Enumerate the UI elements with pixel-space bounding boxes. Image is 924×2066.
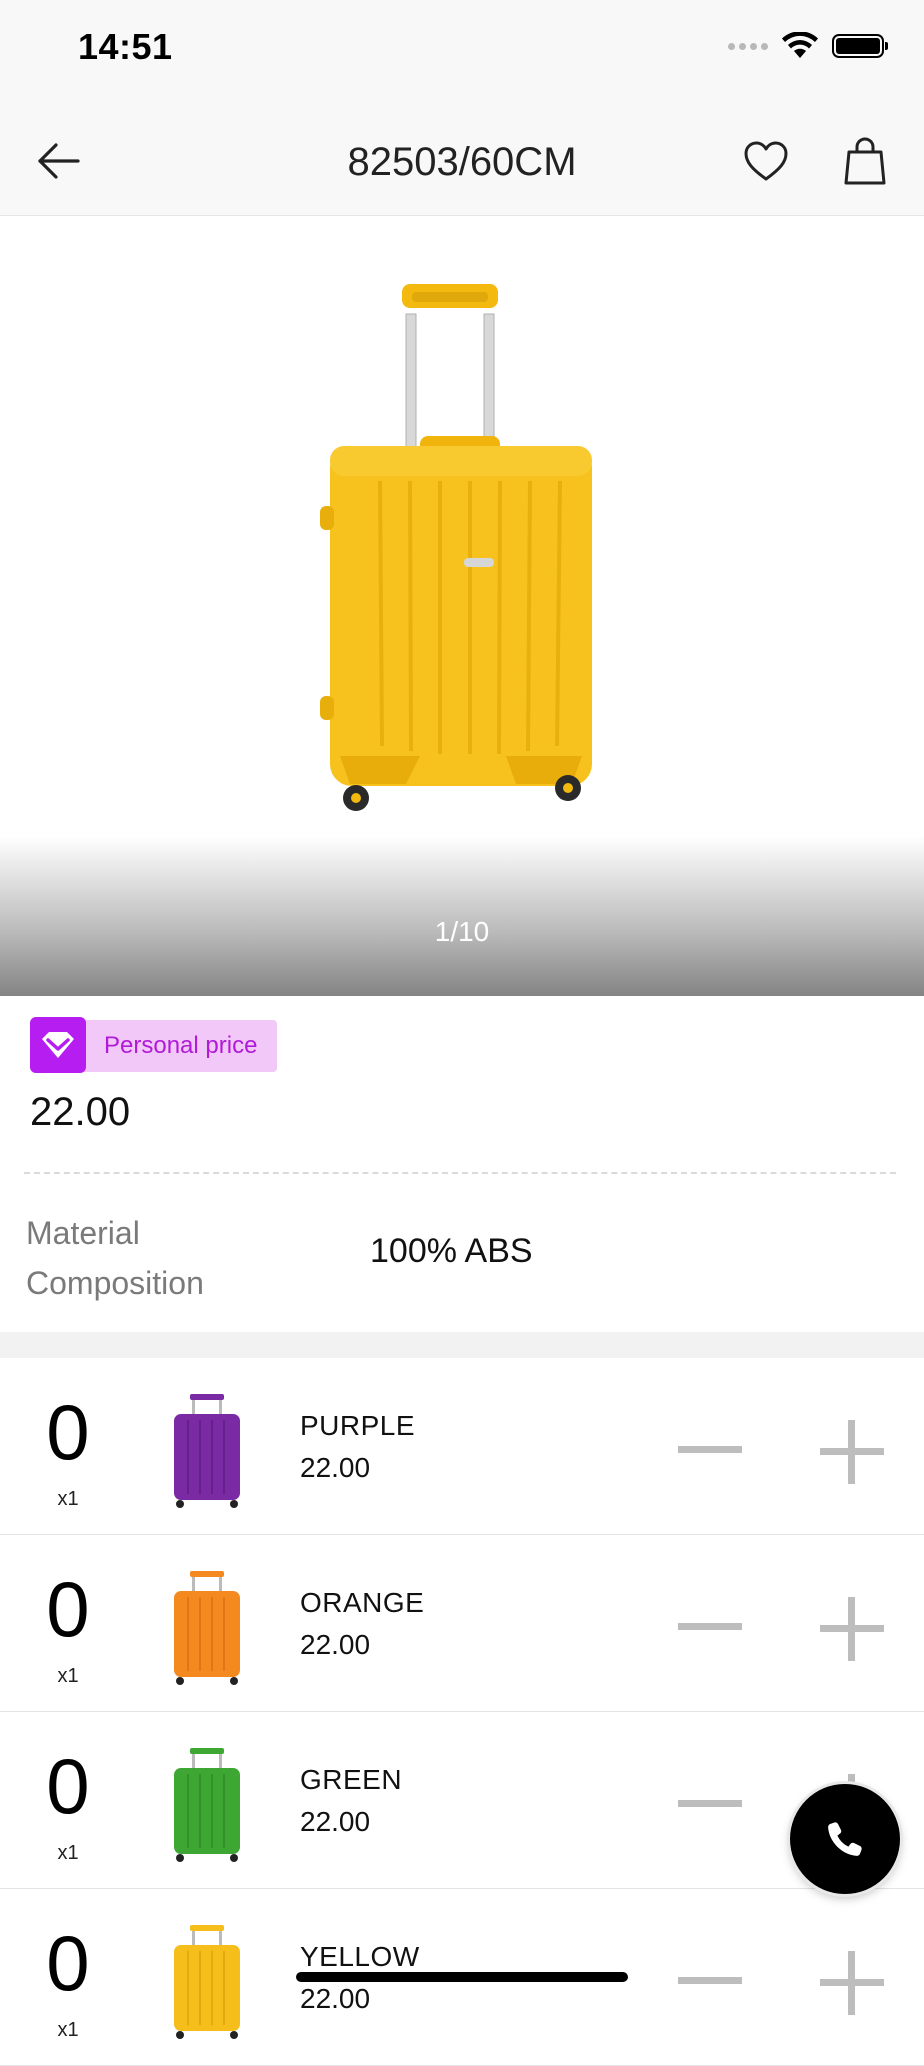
- variant-multiplier: x1: [57, 1488, 79, 1510]
- dashed-divider: [24, 1172, 896, 1174]
- minus-icon: [678, 1622, 742, 1630]
- variant-quantity: 0: [46, 1565, 90, 1653]
- variant-price: 22.00: [300, 1983, 371, 2014]
- variant-color-name: PURPLE: [300, 1410, 416, 1441]
- color-variant-list: 0 x1 PURPLE 22.00 0 x1 ORANGE 22.00 0 x1: [0, 1358, 924, 2066]
- variant-color-name: YELLOW: [300, 1941, 420, 1972]
- variant-quantity: 0: [46, 1742, 90, 1830]
- material-label: Material Composition: [26, 1215, 204, 1301]
- wifi-icon: [782, 32, 818, 58]
- status-icons: [728, 32, 888, 60]
- personal-price-badge: Personal price: [30, 1017, 278, 1073]
- nav-bar: 82503/60CM: [0, 100, 924, 216]
- variant-multiplier: x1: [57, 1665, 79, 1687]
- price-section: Personal price 22.00 Material Compositio…: [0, 996, 924, 1332]
- material-value: 100% ABS: [370, 1232, 533, 1270]
- variant-multiplier: x1: [57, 2019, 79, 2041]
- minus-icon: [678, 1976, 742, 1984]
- variant-color-name: GREEN: [300, 1764, 403, 1795]
- variant-quantity: 0: [46, 1919, 90, 2007]
- variant-row-purple: 0 x1 PURPLE 22.00: [0, 1358, 924, 1535]
- increase-quantity-button[interactable]: [810, 1587, 894, 1671]
- minus-icon: [678, 1799, 742, 1807]
- image-counter: 1/10: [434, 916, 490, 947]
- minus-icon: [678, 1445, 742, 1453]
- variant-color-name: ORANGE: [300, 1587, 425, 1618]
- call-button[interactable]: [790, 1784, 900, 1894]
- variant-thumbnail[interactable]: [168, 1392, 246, 1510]
- increase-quantity-button[interactable]: [810, 1410, 894, 1494]
- variant-price: 22.00: [300, 1629, 371, 1660]
- variant-price: 22.00: [300, 1806, 371, 1837]
- heart-icon[interactable]: [742, 138, 790, 186]
- battery-icon: [832, 34, 888, 58]
- variant-thumbnail[interactable]: [168, 1923, 246, 2041]
- status-time: 14:51: [78, 26, 173, 67]
- diamond-icon: [30, 1017, 86, 1073]
- product-image: [320, 284, 592, 811]
- variant-quantity: 0: [46, 1388, 90, 1476]
- personal-price-label: Personal price: [104, 1032, 258, 1059]
- shopping-bag-icon[interactable]: [842, 136, 888, 186]
- variant-row-orange: 0 x1 ORANGE 22.00: [0, 1535, 924, 1712]
- section-separator: [0, 1332, 924, 1358]
- price-value: 22.00: [30, 1090, 131, 1134]
- increase-quantity-button[interactable]: [810, 1941, 894, 2025]
- decrease-quantity-button[interactable]: [668, 1601, 752, 1651]
- decrease-quantity-button[interactable]: [668, 1778, 752, 1828]
- cellular-signal-icon: [728, 42, 768, 50]
- home-indicator: [296, 1972, 628, 1982]
- variant-price: 22.00: [300, 1452, 371, 1483]
- variant-row-green: 0 x1 GREEN 22.00: [0, 1712, 924, 1889]
- phone-icon: [828, 1822, 862, 1856]
- variant-thumbnail[interactable]: [168, 1746, 246, 1864]
- product-image-gallery[interactable]: 1/10: [0, 216, 924, 996]
- variant-thumbnail[interactable]: [168, 1569, 246, 1687]
- decrease-quantity-button[interactable]: [668, 1955, 752, 2005]
- status-bar: 14:51: [0, 0, 924, 100]
- variant-multiplier: x1: [57, 1842, 79, 1864]
- decrease-quantity-button[interactable]: [668, 1424, 752, 1474]
